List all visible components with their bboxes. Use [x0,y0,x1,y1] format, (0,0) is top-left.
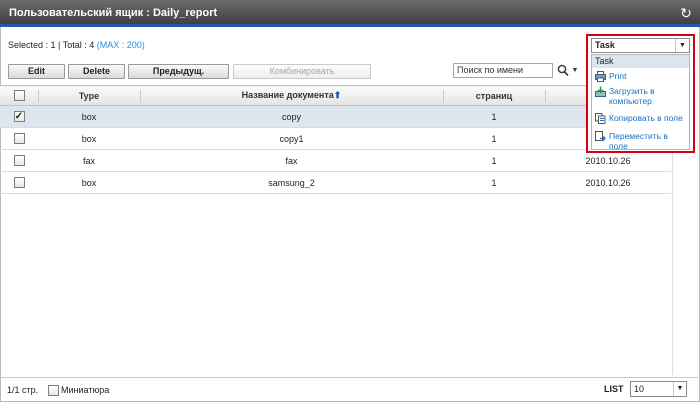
type-cell: box [38,127,140,150]
table-header-row: Type Название документа⬆ страниц D [0,85,671,106]
task-item-move[interactable]: Переместить в поле [592,131,689,153]
sort-ascending-icon: ⬆ [333,90,342,100]
title-bar: Пользовательский ящик : Daily_report ↻ [0,0,700,27]
combine-button[interactable]: Комбинировать [233,64,371,79]
selected-count: Selected : 1 [8,40,56,50]
table-row[interactable]: box samsung_2 1 2010.10.26 [0,171,671,194]
date-cell: 2010.10.26 [545,171,671,194]
table-row[interactable]: box copy1 1 2010.10.26 [0,127,671,150]
type-cell: box [38,171,140,194]
pages-cell: 1 [443,171,545,194]
chevron-down-icon[interactable]: ▼ [673,382,686,396]
thumbnail-label: Миниатюра [61,385,110,395]
pages-cell: 1 [443,149,545,172]
name-cell[interactable]: samsung_2 [140,171,443,194]
list-size-select[interactable]: 10 ▼ [630,381,687,397]
footer-bar: 1/1 стр. Миниатюра LIST 10 ▼ [0,377,700,401]
page-indicator: 1/1 стр. [7,385,39,395]
search-dropdown-icon[interactable]: ▼ [570,63,580,78]
delete-button[interactable]: Delete [68,64,125,79]
previous-button[interactable]: Предыдущ. [128,64,229,79]
max-count: (MAX : 200) [96,40,145,50]
list-label: LIST [604,384,624,394]
row-checkbox[interactable]: ✓ [13,111,25,123]
task-item-print[interactable]: Print [592,71,689,84]
select-all-checkbox[interactable] [13,90,25,102]
task-dropdown-highlight: Task ▼ Task Print Загрузить в компьютер … [586,34,695,153]
name-cell[interactable]: copy1 [140,127,443,150]
type-column-header[interactable]: Type [38,85,140,106]
type-cell: fax [38,149,140,172]
row-checkbox[interactable] [13,133,25,145]
search-input[interactable]: Поиск по имени [453,63,553,78]
selection-summary: Selected : 1 | Total : 4 (MAX : 200) [8,40,145,50]
table-row[interactable]: fax fax 1 2010.10.26 [0,149,671,172]
pages-cell: 1 [443,105,545,128]
document-table: Type Название документа⬆ страниц D ✓ box… [0,85,671,194]
chevron-down-icon[interactable]: ▼ [675,39,689,52]
thumbnail-checkbox[interactable] [48,385,59,396]
name-cell[interactable]: copy [140,105,443,128]
copy-icon [595,113,606,124]
task-menu-header[interactable]: Task [592,55,689,68]
name-column-header[interactable]: Название документа⬆ [140,85,443,106]
edit-button[interactable]: Edit [8,64,65,79]
task-select[interactable]: Task ▼ [591,38,690,53]
move-icon [595,131,606,142]
total-count: Total : 4 [62,40,95,50]
window-title: Пользовательский ящик : Daily_report [9,7,218,19]
name-cell[interactable]: fax [140,149,443,172]
download-icon [595,86,606,97]
task-item-copy[interactable]: Копировать в поле [592,113,689,125]
pages-cell: 1 [443,127,545,150]
pages-column-header[interactable]: страниц [443,85,545,106]
print-icon [595,71,606,82]
type-cell: box [38,105,140,128]
row-checkbox[interactable] [13,177,25,189]
task-menu: Task Print Загрузить в компьютер Копиров… [591,54,690,153]
refresh-icon[interactable]: ↻ [678,5,694,21]
search-icon[interactable] [556,63,570,78]
task-item-download[interactable]: Загрузить в компьютер [592,86,689,108]
table-row[interactable]: ✓ box copy 1 2010.10.26 [0,105,671,128]
row-checkbox[interactable] [13,155,25,167]
select-all-header[interactable] [0,85,38,106]
